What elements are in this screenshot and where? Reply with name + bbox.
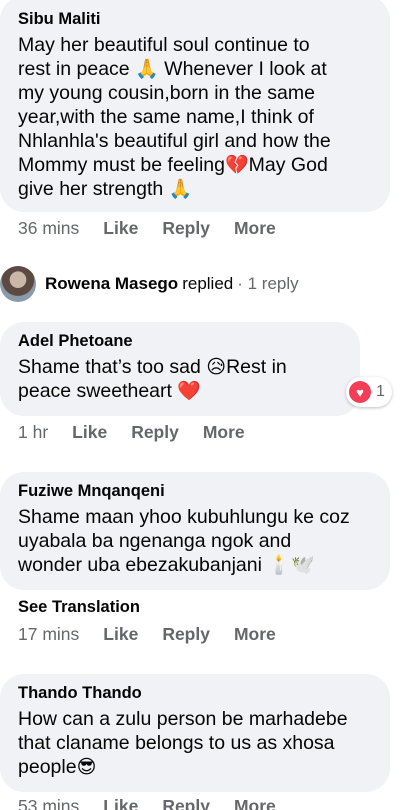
reaction-count: 1 bbox=[376, 383, 385, 400]
text-segment: How can a zulu person be marhadebe bbox=[18, 708, 348, 730]
comment-bubble: Thando Thando How can a zulu person be m… bbox=[0, 674, 390, 792]
comment-bubble: Fuziwe Mnqanqeni Shame maan yhoo kubuhlu… bbox=[0, 472, 390, 590]
emoji-icon: 🙏 bbox=[168, 178, 193, 200]
text-segment: Mommy must be feeling bbox=[18, 154, 225, 176]
comment-timestamp[interactable]: 53 mins bbox=[18, 796, 79, 810]
text-segment: wonder uba ebezakubanjani bbox=[18, 554, 268, 576]
comment-text-line: May her beautiful soul continue to bbox=[18, 33, 372, 57]
text-segment: May her beautiful soul continue to bbox=[18, 34, 310, 56]
text-segment: that claname belongs to us as xhosa bbox=[18, 732, 335, 754]
text-segment: give her strength bbox=[18, 178, 169, 200]
comment-text: May her beautiful soul continue to rest i… bbox=[18, 33, 372, 201]
reply-count[interactable]: · 1 reply bbox=[237, 274, 298, 294]
comment-bubble: Sibu Maliti May her beautiful soul conti… bbox=[0, 0, 390, 212]
comment-actions: 1 hr Like Reply More bbox=[18, 420, 245, 444]
reply-button[interactable]: Reply bbox=[131, 422, 179, 443]
text-segment: year,with the same name,I think of bbox=[18, 106, 314, 128]
reply-button[interactable]: Reply bbox=[162, 624, 210, 645]
comment-text-line: How can a zulu person be marhadebe bbox=[18, 707, 372, 731]
reaction-badge[interactable]: ♥ 1 bbox=[346, 377, 392, 407]
comment-text-line: wonder uba ebezakubanjani 🕯️🕊️ bbox=[18, 553, 372, 577]
comment-author[interactable]: Thando Thando bbox=[18, 683, 372, 703]
avatar[interactable] bbox=[0, 266, 36, 302]
emoji-icon: 🕯️🕊️ bbox=[267, 554, 315, 576]
comment-text-line: rest in peace 🙏 Whenever I look at bbox=[18, 57, 372, 81]
comment-text-line: my young cousin,born in the same bbox=[18, 81, 372, 105]
text-segment: Shame that’s too sad bbox=[18, 356, 207, 378]
comment-text-line: Mommy must be feeling💔May God bbox=[18, 153, 372, 177]
reply-author[interactable]: Rowena Masego bbox=[45, 274, 178, 294]
comment-text-line: that claname belongs to us as xhosa bbox=[18, 731, 372, 755]
comment-actions: 36 mins Like Reply More bbox=[18, 216, 276, 240]
comment-text-line: Shame that’s too sad 😥Rest in bbox=[18, 355, 342, 379]
reply-button[interactable]: Reply bbox=[162, 796, 210, 810]
emoji-icon: 💔 bbox=[225, 154, 249, 176]
text-segment: peace sweetheart bbox=[18, 380, 178, 402]
comment-timestamp[interactable]: 1 hr bbox=[18, 422, 48, 443]
reply-thread-row[interactable]: Rowena Masego replied · 1 reply bbox=[0, 266, 299, 302]
emoji-icon: 😥 bbox=[206, 356, 227, 378]
like-button[interactable]: Like bbox=[103, 796, 138, 810]
like-button[interactable]: Like bbox=[72, 422, 107, 443]
comment-timestamp[interactable]: 17 mins bbox=[18, 624, 79, 645]
comment-author[interactable]: Fuziwe Mnqanqeni bbox=[18, 481, 372, 501]
text-segment: rest in peace bbox=[18, 58, 136, 80]
text-segment: Nhlanhla's beautiful girl and how the bbox=[18, 130, 331, 152]
emoji-icon: 😎 bbox=[76, 756, 97, 778]
comment-text: Shame maan yhoo kubuhlungu ke coz uyabala… bbox=[18, 505, 372, 577]
comment-bubble: Adel Phetoane Shame that’s too sad 😥Rest… bbox=[0, 322, 360, 416]
reply-verb: replied bbox=[182, 274, 234, 293]
comment-text-line: give her strength 🙏 bbox=[18, 177, 372, 201]
text-segment: Whenever I look at bbox=[158, 58, 327, 80]
comment-text-line: Shame maan yhoo kubuhlungu ke coz bbox=[18, 505, 372, 529]
reply-button[interactable]: Reply bbox=[162, 218, 210, 239]
text-segment: Rest in bbox=[226, 356, 287, 378]
comment-actions: 53 mins Like Reply More bbox=[18, 794, 276, 810]
comment-text-line: year,with the same name,I think of bbox=[18, 105, 372, 129]
text-segment: May God bbox=[248, 154, 328, 176]
comment-actions: 17 mins Like Reply More bbox=[18, 622, 276, 646]
like-button[interactable]: Like bbox=[103, 218, 138, 239]
comment-text-line: people😎 bbox=[18, 755, 372, 779]
text-segment: uyabala ba ngenanga ngok and bbox=[18, 530, 292, 552]
comment-text-line: Nhlanhla's beautiful girl and how the bbox=[18, 129, 372, 153]
text-segment: my young cousin,born in the same bbox=[18, 82, 315, 104]
comment-author[interactable]: Sibu Maliti bbox=[18, 9, 372, 29]
comment-text: How can a zulu person be marhadebe that c… bbox=[18, 707, 372, 779]
see-translation-link[interactable]: See Translation bbox=[18, 598, 140, 617]
comment-text-line: uyabala ba ngenanga ngok and bbox=[18, 529, 372, 553]
more-button[interactable]: More bbox=[234, 624, 276, 645]
like-button[interactable]: Like bbox=[103, 624, 138, 645]
heart-icon: ♥ bbox=[349, 381, 371, 403]
comment-text-line: peace sweetheart ❤️ bbox=[18, 379, 342, 403]
emoji-icon: 🙏 bbox=[135, 58, 159, 80]
emoji-icon: ❤️ bbox=[177, 380, 202, 402]
comment-timestamp[interactable]: 36 mins bbox=[18, 218, 79, 239]
text-segment: people bbox=[18, 756, 77, 778]
more-button[interactable]: More bbox=[203, 422, 245, 443]
more-button[interactable]: More bbox=[234, 218, 276, 239]
comment-author[interactable]: Adel Phetoane bbox=[18, 331, 342, 351]
more-button[interactable]: More bbox=[234, 796, 276, 810]
comment-text: Shame that’s too sad 😥Rest in peace sweet… bbox=[18, 355, 342, 403]
text-segment: Shame maan yhoo kubuhlungu ke coz bbox=[18, 506, 350, 528]
